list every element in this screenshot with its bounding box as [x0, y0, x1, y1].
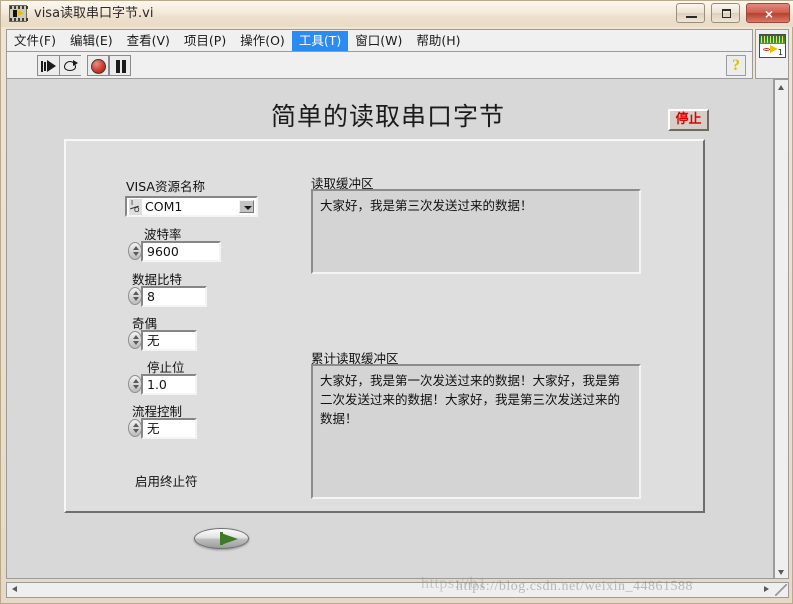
- maximize-button[interactable]: [710, 3, 740, 23]
- menu-bar: 文件(F) 编辑(E) 查看(V) 项目(P) 操作(O) 工具(T) 窗口(W) 帮助(H): [6, 29, 753, 51]
- title-bar: visa读取串口字节.vi ×: [1, 1, 793, 27]
- enable-termination-switch[interactable]: [194, 525, 249, 551]
- front-panel: 简单的读取串口字节 停止 VISA资源名称 IO COM1 波特率 9600 数…: [6, 79, 774, 579]
- close-icon: ×: [764, 6, 774, 22]
- scroll-left-icon[interactable]: [7, 583, 21, 597]
- menu-item-window[interactable]: 窗口(W): [348, 31, 409, 51]
- accumulated-read-buffer-indicator[interactable]: 大家好，我是第一次发送过来的数据！大家好，我是第二次发送过来的数据！大家好，我是…: [311, 364, 641, 499]
- vi-icon-number: 1: [777, 48, 783, 57]
- parity-value: 无: [147, 333, 160, 348]
- vi-connector-icon: 1: [759, 34, 786, 58]
- page-title: 简单的读取串口字节: [271, 102, 506, 131]
- run-button[interactable]: [37, 55, 59, 76]
- data-bits-spinner[interactable]: [128, 287, 142, 305]
- menu-item-help[interactable]: 帮助(H): [409, 31, 467, 51]
- parity-spinner[interactable]: [128, 331, 142, 349]
- toolbar-button-group: [37, 55, 131, 77]
- scroll-up-icon[interactable]: [775, 80, 788, 93]
- controls-panel: VISA资源名称 IO COM1 波特率 9600 数据比特 8 奇偶 无 停止…: [64, 139, 705, 549]
- vertical-scrollbar[interactable]: [774, 79, 789, 579]
- visa-resource-combo[interactable]: IO COM1: [125, 196, 258, 217]
- stop-bits-spinner[interactable]: [128, 375, 142, 393]
- visa-resource-value: COM1: [145, 199, 183, 214]
- window-controls: ×: [675, 3, 790, 24]
- window-title: visa读取串口字节.vi: [34, 6, 154, 21]
- close-button[interactable]: ×: [746, 3, 790, 23]
- run-continuously-icon: [64, 60, 79, 73]
- run-arrow-icon: [41, 60, 57, 73]
- maximize-icon: [721, 9, 731, 18]
- flow-control-value: 无: [147, 421, 160, 436]
- toolbar: ?: [6, 51, 753, 79]
- pause-button[interactable]: [109, 55, 131, 76]
- menu-item-file[interactable]: 文件(F): [7, 31, 63, 51]
- menu-item-view[interactable]: 查看(V): [120, 31, 177, 51]
- resize-grip-icon[interactable]: [775, 584, 787, 596]
- abort-button[interactable]: [87, 55, 109, 76]
- chevron-down-icon[interactable]: [239, 200, 254, 213]
- abort-execution-icon: [91, 59, 106, 74]
- menu-item-project[interactable]: 项目(P): [177, 31, 233, 51]
- stop-bits-value: 1.0: [147, 377, 167, 392]
- switch-knob-icon: [221, 533, 238, 545]
- minimize-button[interactable]: [675, 3, 705, 23]
- io-glyph-icon: IO: [129, 199, 142, 215]
- vi-icon-pane[interactable]: 1: [755, 29, 789, 79]
- baud-rate-value: 9600: [147, 244, 179, 259]
- menu-item-tools[interactable]: 工具(T): [291, 31, 349, 51]
- pause-icon: [116, 60, 126, 73]
- context-help-button[interactable]: ?: [726, 55, 746, 76]
- visa-resource-label: VISA资源名称: [126, 179, 205, 194]
- menu-item-operate[interactable]: 操作(O): [233, 31, 292, 51]
- labview-window: visa读取串口字节.vi × 文件(F) 编辑(E) 查看(V) 项目(P) 操作(O…: [0, 0, 793, 604]
- menu-item-edit[interactable]: 编辑(E): [63, 31, 120, 51]
- baud-rate-spinner[interactable]: [128, 242, 142, 260]
- labview-vi-icon: [9, 5, 28, 22]
- run-continuously-button[interactable]: [59, 55, 81, 76]
- enable-termination-label: 启用终止符: [135, 474, 198, 489]
- data-bits-value: 8: [147, 289, 155, 304]
- flow-control-spinner[interactable]: [128, 419, 142, 437]
- minimize-icon: [685, 16, 697, 18]
- read-buffer-indicator[interactable]: 大家好，我是第三次发送过来的数据！: [311, 189, 641, 274]
- scroll-down-icon[interactable]: [775, 565, 788, 578]
- scroll-right-icon[interactable]: [759, 583, 773, 597]
- stop-button[interactable]: 停止: [668, 109, 709, 131]
- horizontal-scrollbar[interactable]: [6, 582, 789, 598]
